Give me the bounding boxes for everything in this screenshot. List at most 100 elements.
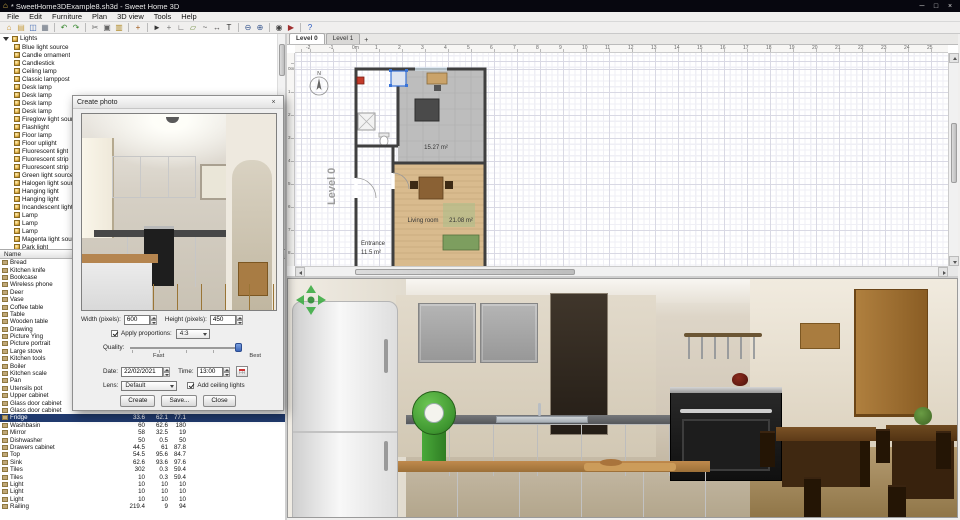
slider-handle[interactable] xyxy=(235,343,243,352)
add-text-icon[interactable]: T xyxy=(223,22,235,33)
new-home-icon[interactable]: ⌂ xyxy=(3,22,15,33)
menu-help[interactable]: Help xyxy=(176,12,201,22)
dialog-close-icon[interactable]: × xyxy=(268,97,279,108)
photo-icon[interactable]: ◉ xyxy=(273,22,285,33)
menu-file[interactable]: File xyxy=(2,12,24,22)
time-input[interactable] xyxy=(196,366,223,377)
ruler-number: 6 xyxy=(288,204,291,209)
hanging-utensils-3d xyxy=(688,337,758,359)
furniture-row[interactable]: Railing 219.4 9 94 xyxy=(0,503,285,510)
chair-plan xyxy=(445,181,453,189)
height-input[interactable] xyxy=(209,314,236,325)
furniture-thumbnail-icon xyxy=(14,212,20,218)
catalog-scrollbar-thumb[interactable] xyxy=(279,44,285,76)
furniture-thumbnail-icon xyxy=(14,172,20,178)
catalog-item[interactable]: Blue light source xyxy=(0,43,285,51)
pan-icon[interactable]: + xyxy=(163,22,175,33)
minimize-button[interactable]: ─ xyxy=(915,1,929,12)
plan-vscroll-thumb[interactable] xyxy=(951,123,957,183)
furniture-value: 58 xyxy=(138,429,145,437)
add-furniture-icon[interactable]: + xyxy=(132,22,144,33)
zoom-in-icon[interactable]: ⊕ xyxy=(254,22,266,33)
furniture-row[interactable]: Light 10 10 10 xyxy=(0,496,285,503)
dialog-title-bar[interactable]: Create photo × xyxy=(73,96,283,109)
zoom-out-icon[interactable]: ⊖ xyxy=(242,22,254,33)
tab-level-1[interactable]: Level 1 xyxy=(325,33,361,44)
paste-icon[interactable]: ▥ xyxy=(113,22,125,33)
3d-view-canvas[interactable] xyxy=(287,278,958,518)
scroll-left-button[interactable] xyxy=(295,267,305,277)
plan-compass[interactable]: N xyxy=(309,71,329,96)
plan-horizontal-scrollbar[interactable] xyxy=(295,266,948,277)
time-label: Time: xyxy=(178,368,194,375)
furniture-row[interactable]: Tiles 10 0.3 59.4 xyxy=(0,473,285,481)
save-button[interactable]: Save... xyxy=(161,394,198,407)
furniture-row[interactable]: Sink 62.6 93.6 97.6 xyxy=(0,459,285,466)
help-icon[interactable]: ? xyxy=(304,22,316,33)
redo-icon[interactable]: ↷ xyxy=(70,22,82,33)
create-button[interactable]: Create xyxy=(120,394,156,407)
furniture-row[interactable]: Light 10 10 10 xyxy=(0,481,285,488)
plan-hscroll-thumb[interactable] xyxy=(355,269,575,275)
create-dimensions-icon[interactable]: ↔ xyxy=(211,22,223,33)
plan-canvas[interactable]: N 15.27 m² Living room 21.08 m² Entrance… xyxy=(295,53,948,268)
menu-furniture[interactable]: Furniture xyxy=(47,12,87,22)
menu-3d-view[interactable]: 3D view xyxy=(112,12,149,22)
catalog-item[interactable]: Desk lamp xyxy=(0,83,285,91)
calendar-icon[interactable] xyxy=(235,366,248,377)
furniture-thumbnail-icon xyxy=(14,164,20,170)
spin-down-icon[interactable] xyxy=(222,371,230,377)
camera-icon[interactable] xyxy=(356,76,365,85)
scroll-up-button[interactable] xyxy=(949,53,959,63)
apply-proportions-checkbox[interactable] xyxy=(111,330,118,337)
furniture-row[interactable]: Fridge 33.6 62.1 77.1 xyxy=(0,414,285,422)
date-input[interactable] xyxy=(121,366,164,377)
tab-level-0[interactable]: Level 0 xyxy=(289,33,325,44)
save-icon[interactable]: ◫ xyxy=(27,22,39,33)
create-rooms-icon[interactable]: ▱ xyxy=(187,22,199,33)
catalog-category[interactable]: Lights xyxy=(0,34,285,43)
create-polylines-icon[interactable]: ~ xyxy=(199,22,211,33)
spin-down-icon[interactable] xyxy=(235,319,243,325)
lens-select[interactable]: Default xyxy=(121,380,178,391)
ceiling-lights-checkbox[interactable] xyxy=(187,382,195,389)
spin-down-icon[interactable] xyxy=(149,319,157,325)
furniture-row[interactable]: Mirror 58 32.5 19 xyxy=(0,429,285,436)
open-icon[interactable]: ▤ xyxy=(15,22,27,33)
quality-slider[interactable] xyxy=(130,343,243,353)
proportions-select[interactable]: 4:3 xyxy=(175,328,210,339)
menu-edit[interactable]: Edit xyxy=(24,12,47,22)
select-icon[interactable]: ► xyxy=(151,22,163,33)
selected-furniture[interactable] xyxy=(389,69,408,87)
spin-down-icon[interactable] xyxy=(163,371,171,377)
furniture-row[interactable]: Light 10 10 10 xyxy=(0,488,285,495)
furniture-row[interactable]: Drawers cabinet 44.5 61 87.8 xyxy=(0,444,285,451)
scroll-right-button[interactable] xyxy=(938,267,948,277)
catalog-item[interactable]: Classic lamppost xyxy=(0,75,285,83)
width-input[interactable] xyxy=(123,314,150,325)
print-icon[interactable]: ▦ xyxy=(39,22,51,33)
close-button[interactable]: × xyxy=(943,1,957,12)
plan-vertical-scrollbar[interactable] xyxy=(948,53,959,266)
undo-icon[interactable]: ↶ xyxy=(58,22,70,33)
name-column-header[interactable]: Name xyxy=(4,251,21,258)
furniture-row[interactable]: Washbasin 60 62.6 180 xyxy=(0,422,285,429)
3d-navigation-compass[interactable] xyxy=(294,283,328,317)
cut-icon[interactable]: ✂ xyxy=(89,22,101,33)
add-level-button[interactable]: + xyxy=(361,37,371,44)
maximize-button[interactable]: □ xyxy=(929,1,943,12)
catalog-item[interactable]: Candlestick xyxy=(0,59,285,67)
copy-icon[interactable]: ▣ xyxy=(101,22,113,33)
menu-tools[interactable]: Tools xyxy=(149,12,177,22)
video-icon[interactable]: ▶ xyxy=(285,22,297,33)
furniture-row[interactable]: Top 54.5 95.6 84.7 xyxy=(0,451,285,458)
close-button-dialog[interactable]: Close xyxy=(203,394,236,407)
create-walls-icon[interactable]: ∟ xyxy=(175,22,187,33)
category-expander-icon[interactable] xyxy=(3,36,9,41)
catalog-item[interactable]: Candle ornament xyxy=(0,51,285,59)
scroll-down-button[interactable] xyxy=(949,256,959,266)
catalog-item[interactable]: Ceiling lamp xyxy=(0,67,285,75)
furniture-row[interactable]: Dishwasher 50 0.5 50 xyxy=(0,436,285,444)
menu-plan[interactable]: Plan xyxy=(87,12,112,22)
furniture-row[interactable]: Tiles 302 0.3 59.4 xyxy=(0,466,285,473)
